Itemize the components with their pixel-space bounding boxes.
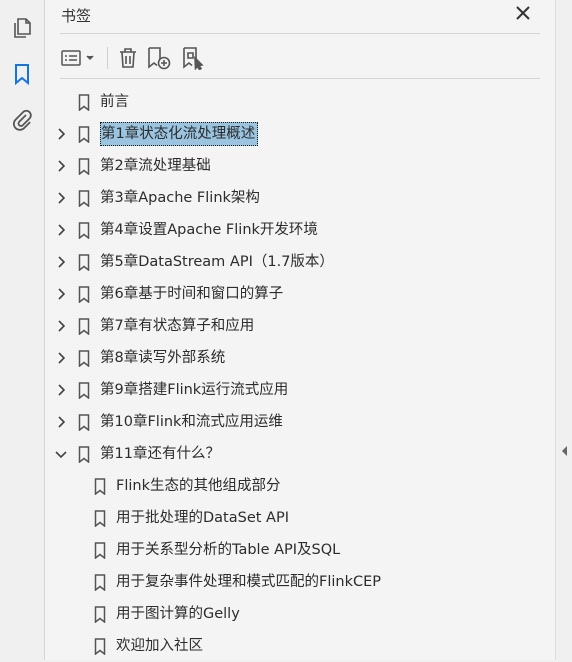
bookmark-label: 第2章流处理基础	[100, 158, 211, 174]
bookmark-icon	[78, 350, 90, 367]
bookmark-tree: 前言第1章状态化流处理概述第2章流处理基础第3章Apache Flink架构第4…	[45, 86, 555, 662]
close-icon	[516, 6, 530, 20]
bookmark-label: 第8章读写外部系统	[100, 350, 226, 366]
chevron-right-icon[interactable]	[54, 415, 68, 429]
new-bookmark-button[interactable]	[142, 44, 176, 72]
chevron-down-icon[interactable]	[54, 447, 68, 461]
bookmark-item[interactable]: 第10章Flink和流式应用运维	[45, 406, 555, 438]
bookmark-icon	[94, 574, 106, 591]
left-navigation-bar	[0, 0, 45, 660]
divider	[60, 33, 540, 34]
bookmark-icon	[78, 382, 90, 399]
bookmark-label: 第9章搭建Flink运行流式应用	[100, 382, 289, 398]
bookmark-icon	[78, 254, 90, 271]
document-pane-edge	[555, 0, 572, 660]
bookmark-item[interactable]: 前言	[45, 86, 555, 118]
bookmark-icon	[78, 446, 90, 463]
bookmark-icon	[78, 318, 90, 335]
chevron-right-icon[interactable]	[54, 383, 68, 397]
bookmark-icon	[78, 126, 90, 143]
bookmark-icon	[78, 222, 90, 239]
bookmark-item[interactable]: 第9章搭建Flink运行流式应用	[45, 374, 555, 406]
bookmark-label: 第11章还有什么？	[100, 446, 220, 462]
bookmark-label: 用于关系型分析的Table API及SQL	[116, 542, 341, 558]
bookmark-label: Flink生态的其他组成部分	[116, 478, 281, 494]
toolbar-divider	[107, 47, 108, 69]
bookmark-item[interactable]: 第8章读写外部系统	[45, 342, 555, 374]
bookmark-icon	[78, 286, 90, 303]
bookmark-item[interactable]: Flink生态的其他组成部分	[45, 470, 555, 502]
bookmark-label: 第6章基于时间和窗口的算子	[100, 286, 284, 302]
bookmark-icon	[94, 606, 106, 623]
bookmark-label: 用于图计算的Gelly	[116, 606, 240, 622]
bookmarks-panel: 书签 前言 第1章状态化流处理概述 第2章流处理基础 第3章Apache Fli…	[45, 0, 555, 660]
bookmarks-toolbar	[59, 44, 210, 72]
chevron-right-icon[interactable]	[54, 191, 68, 205]
bookmark-icon	[78, 190, 90, 207]
bookmark-item[interactable]: 用于关系型分析的Table API及SQL	[45, 534, 555, 566]
bookmark-item[interactable]: 欢迎加入社区	[45, 630, 555, 662]
pages-icon[interactable]	[10, 16, 34, 40]
bookmark-icon[interactable]	[10, 62, 34, 86]
chevron-right-icon[interactable]	[54, 223, 68, 237]
bookmark-label: 第7章有状态算子和应用	[100, 318, 255, 334]
bookmark-item[interactable]: 第5章DataStream API（1.7版本）	[45, 246, 555, 278]
bookmark-item[interactable]: 第2章流处理基础	[45, 150, 555, 182]
divider	[60, 78, 540, 79]
attachment-icon[interactable]	[10, 108, 34, 132]
chevron-right-icon[interactable]	[54, 127, 68, 141]
bookmark-label: 前言	[100, 94, 129, 110]
new-bookmark-icon	[148, 47, 171, 70]
bookmark-item[interactable]: 第6章基于时间和窗口的算子	[45, 278, 555, 310]
bookmark-label: 第1章状态化流处理概述	[100, 122, 259, 146]
bookmark-icon	[94, 638, 106, 655]
bookmark-icon	[78, 158, 90, 175]
bookmark-item[interactable]: 第11章还有什么？	[45, 438, 555, 470]
bookmark-label: 用于复杂事件处理和模式匹配的FlinkCEP	[116, 574, 382, 590]
new-bookmark-from-structure-icon	[183, 47, 204, 70]
bookmark-label: 用于批处理的DataSet API	[116, 510, 289, 526]
chevron-right-icon[interactable]	[54, 319, 68, 333]
chevron-right-icon[interactable]	[54, 287, 68, 301]
chevron-right-icon[interactable]	[54, 159, 68, 173]
bookmark-icon	[94, 542, 106, 559]
bookmark-label: 第10章Flink和流式应用运维	[100, 414, 283, 430]
bookmark-item[interactable]: 第1章状态化流处理概述	[45, 118, 555, 150]
bookmark-item[interactable]: 第7章有状态算子和应用	[45, 310, 555, 342]
options-menu-button[interactable]	[59, 44, 97, 72]
chevron-right-icon[interactable]	[54, 351, 68, 365]
bookmark-item[interactable]: 第4章设置Apache Flink开发环境	[45, 214, 555, 246]
close-button[interactable]	[513, 3, 533, 23]
collapse-panel-icon[interactable]	[560, 445, 568, 457]
bookmark-item[interactable]: 用于批处理的DataSet API	[45, 502, 555, 534]
chevron-right-icon[interactable]	[54, 255, 68, 269]
bookmark-label: 第4章设置Apache Flink开发环境	[100, 222, 318, 238]
bookmark-icon	[94, 478, 106, 495]
panel-title: 书签	[61, 7, 92, 25]
options-menu-icon	[61, 50, 94, 66]
delete-bookmark-button[interactable]	[114, 44, 142, 72]
bookmark-icon	[94, 510, 106, 527]
bookmark-item[interactable]: 用于复杂事件处理和模式匹配的FlinkCEP	[45, 566, 555, 598]
bookmark-icon	[78, 94, 90, 111]
bookmark-label: 欢迎加入社区	[116, 638, 203, 654]
bookmark-icon	[78, 414, 90, 431]
bookmark-item[interactable]: 第3章Apache Flink架构	[45, 182, 555, 214]
bookmark-item[interactable]: 用于图计算的Gelly	[45, 598, 555, 630]
delete-icon	[120, 48, 136, 68]
new-bookmark-from-structure-button[interactable]	[176, 44, 210, 72]
bookmark-label: 第5章DataStream API（1.7版本）	[100, 254, 334, 270]
bookmark-label: 第3章Apache Flink架构	[100, 190, 260, 206]
